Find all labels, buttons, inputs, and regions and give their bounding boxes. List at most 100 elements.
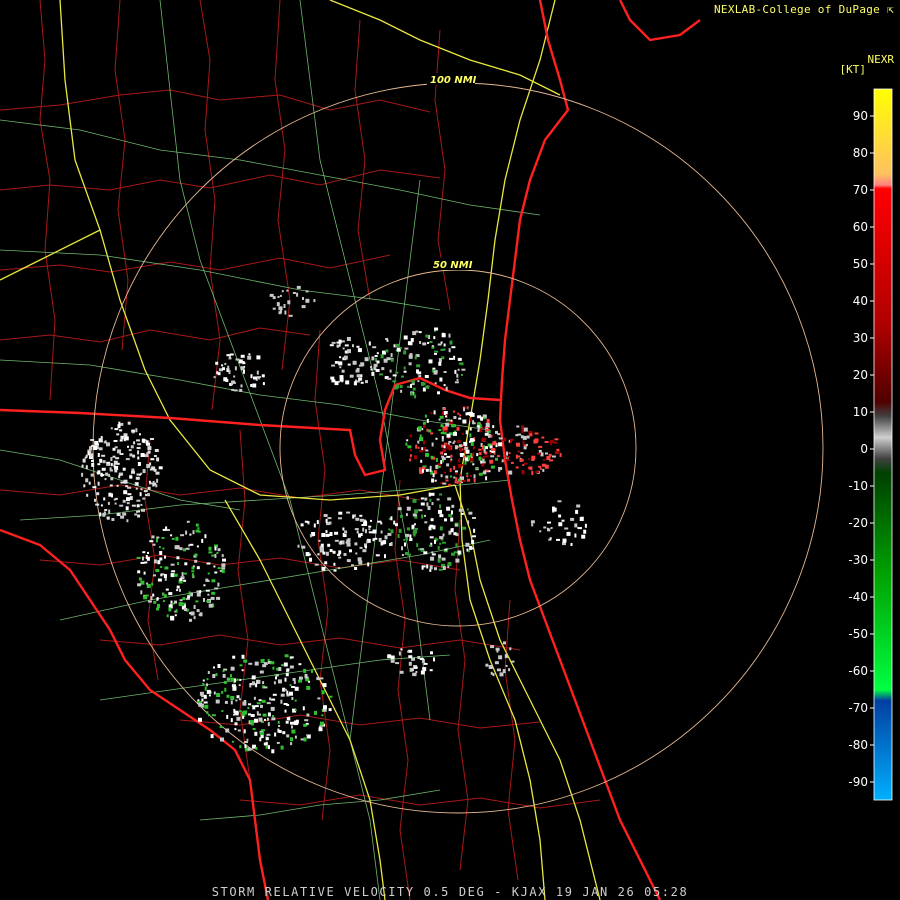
radar-echo-pixel (157, 560, 161, 565)
radar-echo-pixel (250, 714, 255, 717)
radar-echo-pixel (138, 577, 142, 581)
radar-echo-pixel (234, 722, 238, 726)
radar-echo-pixel (166, 529, 170, 531)
radar-echo-pixel (349, 549, 352, 553)
radar-echo-pixel (404, 347, 409, 350)
radar-echo-pixel (472, 420, 475, 425)
velocity-legend-bar (873, 88, 893, 801)
radar-echo-pixel (374, 355, 378, 357)
radar-echo-pixel (374, 537, 378, 540)
radar-echo-pixel (454, 445, 458, 450)
range-ring-100-label: 100 NMI (430, 75, 477, 86)
radar-echo-pixel (458, 417, 462, 420)
radar-echo-pixel (405, 533, 410, 537)
radar-echo-pixel (127, 421, 131, 425)
radar-echo-pixel (448, 441, 452, 443)
radar-echo-pixel (355, 369, 360, 373)
radar-echo-pixel (241, 669, 244, 672)
radar-echo-pixel (214, 571, 218, 574)
radar-echo-pixel (250, 384, 253, 387)
radar-echo-pixel (440, 348, 445, 351)
radar-echo-pixel (164, 555, 166, 559)
radar-echo-pixel (114, 468, 118, 473)
radar-echo-pixel (284, 677, 287, 682)
radar-echo-pixel (412, 672, 417, 676)
radar-echo-pixel (282, 731, 286, 735)
radar-echo-pixel (439, 415, 444, 419)
radar-echo-pixel (196, 545, 199, 548)
radar-echo-pixel (454, 470, 458, 473)
radar-echo-pixel (291, 686, 296, 688)
radar-echo-pixel (481, 463, 485, 467)
radar-echo-pixel (100, 436, 103, 439)
radar-echo-pixel (453, 465, 456, 470)
radar-echo-pixel (408, 380, 411, 383)
radar-echo-pixel (184, 608, 187, 611)
radar-echo-pixel (161, 537, 165, 539)
radar-echo-pixel (150, 458, 155, 461)
radar-echo-pixel (304, 676, 309, 679)
radar-echo-pixel (136, 447, 141, 449)
radar-echo-pixel (197, 527, 200, 530)
radar-echo-pixel (409, 458, 412, 462)
radar-echo-pixel (92, 486, 97, 489)
radar-echo-pixel (437, 465, 441, 468)
radar-echo-pixel (305, 724, 308, 727)
radar-echo-pixel (145, 440, 149, 445)
radar-echo-pixel (145, 494, 148, 496)
radar-echo-pixel (103, 497, 106, 501)
radar-echo-pixel (539, 467, 542, 470)
radar-echo-pixel (434, 539, 436, 544)
radar-echo-pixel (132, 431, 135, 434)
radar-echo-pixel (211, 554, 215, 557)
radar-echo-pixel (203, 598, 205, 602)
radar-echo-pixel (490, 671, 493, 675)
radar-echo-pixel (376, 352, 379, 355)
radar-echo-pixel (498, 467, 503, 470)
radar-echo-pixel (448, 333, 451, 338)
radar-echo-pixel (376, 360, 380, 364)
radar-echo-pixel (188, 544, 191, 547)
radar-echo-pixel (321, 533, 326, 537)
radar-echo-pixel (559, 453, 562, 457)
radar-echo-pixel (206, 711, 209, 715)
radar-echo-pixel (135, 476, 140, 480)
radar-echo-pixel (338, 550, 342, 555)
radar-echo-pixel (505, 459, 510, 462)
radar-echo-pixel (469, 417, 472, 422)
radar-echo-pixel (457, 368, 460, 371)
credit-banner[interactable]: NEXLAB-College of DuPage ⇱ (714, 3, 894, 16)
radar-echo-pixel (139, 433, 141, 436)
radar-echo-pixel (343, 355, 348, 360)
radar-echo-pixel (256, 702, 261, 705)
radar-echo-pixel (449, 446, 452, 450)
radar-echo-pixel (444, 453, 447, 456)
radar-echo-pixel (446, 506, 451, 511)
radar-echo-pixel (368, 531, 373, 534)
radar-echo-pixel (464, 446, 469, 450)
radar-echo-pixel (506, 455, 510, 458)
radar-echo-pixel (202, 683, 205, 686)
radar-echo-pixel (521, 470, 525, 475)
radar-echo-pixel (449, 357, 453, 360)
credit-text[interactable]: NEXLAB-College of DuPage (714, 3, 880, 16)
radar-echo-pixel (257, 713, 261, 716)
radar-echo-pixel (208, 694, 211, 697)
radar-echo-pixel (424, 514, 426, 517)
radar-echo-pixel (467, 457, 470, 461)
radar-echo-pixel (214, 587, 219, 590)
radar-echo-pixel (482, 471, 486, 474)
radar-echo-pixel (286, 668, 290, 672)
radar-echo-pixel (544, 441, 549, 443)
legend-tick-label: -30 (848, 553, 868, 567)
radar-echo-pixel (178, 602, 183, 607)
radar-echo-pixel (424, 375, 429, 378)
radar-echo-pixel (523, 462, 528, 465)
radar-echo-pixel (423, 551, 428, 555)
radar-echo-pixel (492, 441, 497, 446)
radar-echo-pixel (100, 504, 103, 507)
radar-echo-pixel (322, 683, 327, 688)
radar-echo-pixel (313, 299, 316, 303)
radar-echo-pixel (272, 307, 276, 310)
radar-echo-pixel (278, 679, 282, 684)
